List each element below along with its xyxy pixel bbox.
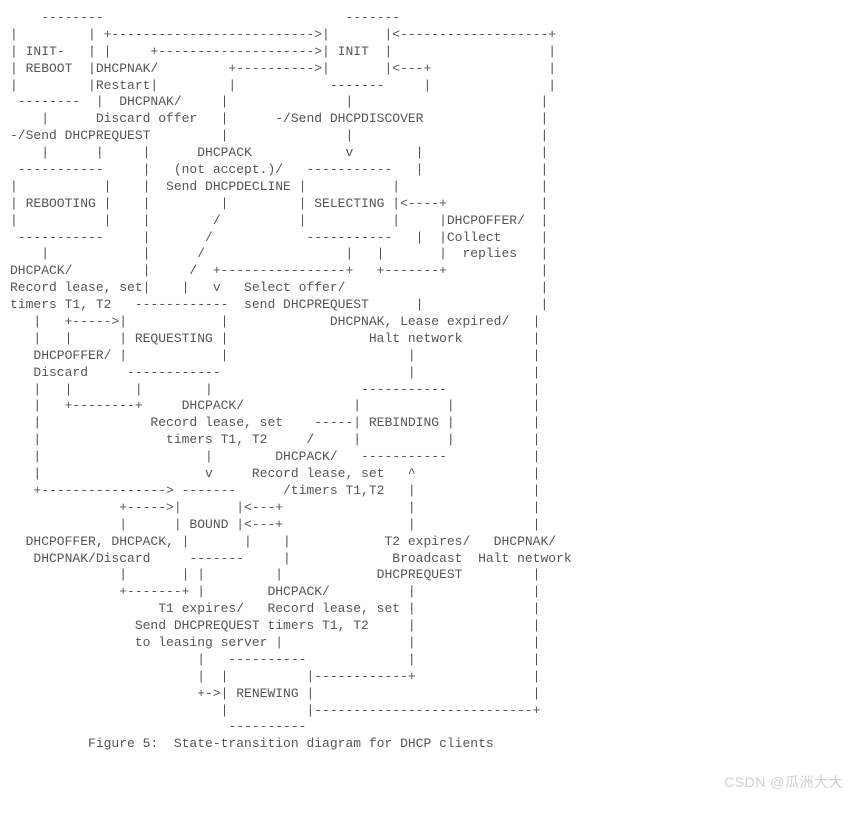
watermark-text: CSDN @瓜洲大大 [724,773,843,791]
dhcp-state-diagram: -------- ------- | | +------------------… [10,10,847,753]
